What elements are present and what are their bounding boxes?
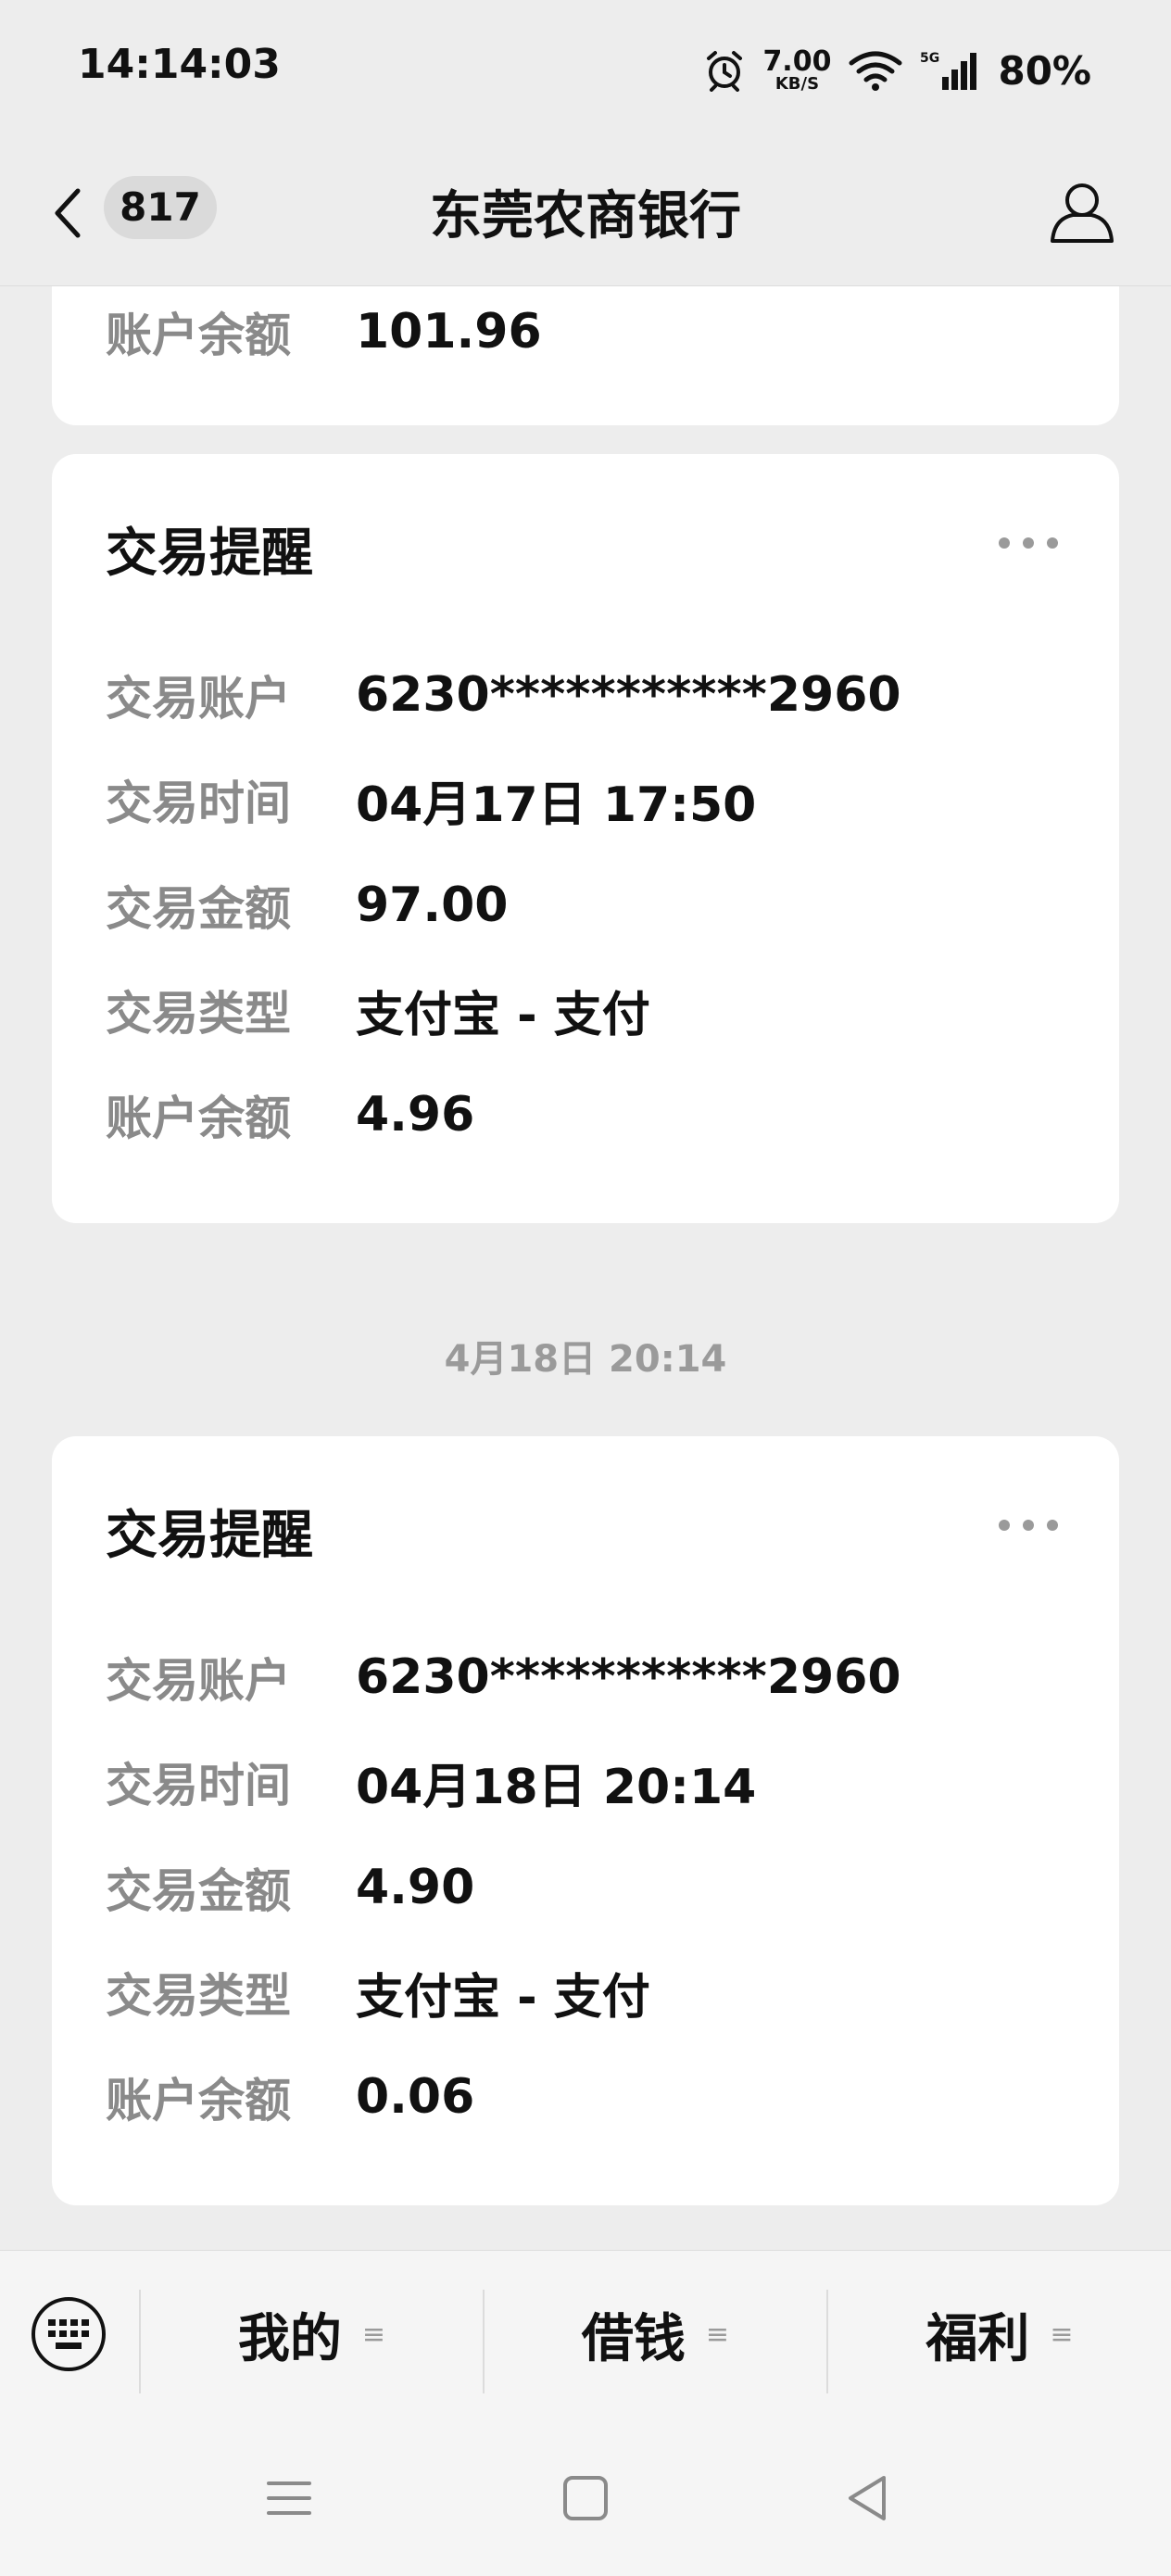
row-value: 101.96 [356,304,542,360]
menu-item-label: 借钱 [581,2308,686,2369]
row-value: 0.06 [356,2069,475,2125]
more-options-icon[interactable] [997,536,1060,550]
detail-row: 交易账户 6230***********2960 [106,1645,901,1710]
detail-row: 账户余额 0.06 [106,2065,474,2129]
row-label: 交易时间 [106,1759,291,1812]
menu-item-borrow[interactable]: 借钱 ≡ [485,2251,826,2418]
transaction-card-partial: 账户余额 101.96 [52,286,1119,425]
detail-row: 交易账户 6230***********2960 [106,663,901,727]
row-label: 交易时间 [106,777,291,830]
system-nav-bar [0,2417,1171,2576]
row-value: 支付宝 - 支付 [356,1969,650,2026]
menu-item-mine[interactable]: 我的 ≡ [141,2251,483,2418]
row-value: 4.90 [356,1860,475,1915]
transaction-card: 交易提醒 交易账户 6230***********2960 交易时间 04月17… [52,454,1119,1223]
signal-icon: 5G [920,49,981,92]
row-value: 97.00 [356,878,509,933]
net-speed-unit: KB/S [774,74,820,94]
row-value: 6230***********2960 [356,1649,901,1705]
row-label: 交易账户 [106,1654,291,1708]
detail-row: 交易类型 支付宝 - 支付 [106,1960,650,2026]
detail-row: 交易时间 04月17日 17:50 [106,767,757,833]
detail-row: 交易金额 4.90 [106,1855,474,1920]
menu-item-label: 我的 [237,2308,342,2369]
net-speed: 7.00 KB/S [762,48,831,93]
keyboard-icon[interactable] [30,2295,107,2373]
nav-bar: 817 东莞农商银行 [0,139,1171,286]
submenu-icon: ≡ [361,2317,386,2351]
menu-item-benefits[interactable]: 福利 ≡ [828,2251,1171,2418]
row-label: 账户余额 [106,1092,291,1145]
row-value: 04月17日 17:50 [356,777,757,833]
row-label: 交易金额 [106,1864,291,1918]
recent-apps-icon[interactable] [263,2472,315,2524]
row-label: 交易账户 [106,672,291,726]
battery-level: 80% [998,47,1091,94]
net-speed-value: 7.00 [762,45,832,78]
detail-row: 交易时间 04月18日 20:14 [106,1749,757,1815]
row-value: 4.96 [356,1087,475,1143]
row-value: 支付宝 - 支付 [356,987,650,1043]
wifi-icon [848,50,903,91]
card-title: 交易提醒 [106,1506,313,1566]
row-label: 账户余额 [106,309,291,362]
message-timestamp: 4月18日 20:14 [444,1338,727,1381]
profile-icon[interactable] [1047,176,1117,246]
menu-item-label: 福利 [925,2308,1030,2369]
bottom-menu: 我的 ≡ 借钱 ≡ 福利 ≡ [0,2250,1171,2418]
status-bar: 14:14:03 7.00 KB/S 5G 80% [0,0,1171,139]
row-label: 账户余额 [106,2074,291,2128]
row-label: 交易类型 [106,1969,291,2023]
status-icons: 7.00 KB/S 5G 80% [703,41,1091,100]
row-label: 交易金额 [106,882,291,936]
detail-row: 账户余额 4.96 [106,1082,474,1147]
more-options-icon[interactable] [997,1518,1060,1533]
alarm-icon [703,49,746,92]
transaction-card: 交易提醒 交易账户 6230***********2960 交易时间 04月18… [52,1436,1119,2205]
detail-row: 交易金额 97.00 [106,873,508,938]
detail-row: 账户余额 101.96 [106,299,542,364]
row-value: 6230***********2960 [356,667,901,723]
row-label: 交易类型 [106,987,291,1041]
submenu-icon: ≡ [1050,2317,1074,2351]
home-icon[interactable] [560,2472,611,2524]
detail-row: 交易类型 支付宝 - 支付 [106,978,650,1043]
page-title: 东莞农商银行 [430,186,741,246]
row-value: 04月18日 20:14 [356,1759,757,1815]
status-time: 14:14:03 [78,41,281,88]
back-nav-icon[interactable] [841,2472,893,2524]
card-title: 交易提醒 [106,524,313,584]
submenu-icon: ≡ [705,2317,730,2351]
network-type: 5G [920,51,939,66]
